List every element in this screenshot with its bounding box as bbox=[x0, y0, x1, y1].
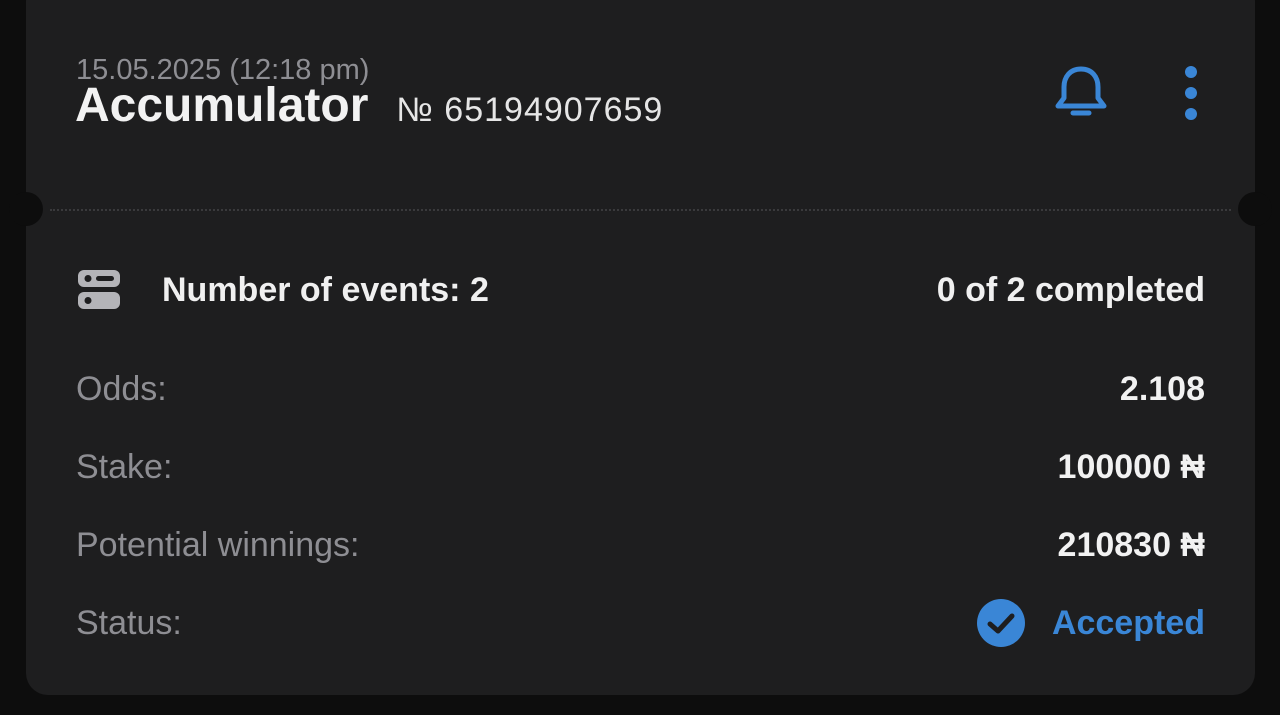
ticket-notch-left bbox=[9, 192, 43, 226]
bet-card: 15.05.2025 (12:18 pm) Accumulator № 6519… bbox=[9, 0, 1272, 695]
events-count: Number of events: 2 bbox=[162, 270, 489, 309]
bet-header: Accumulator № 65194907659 bbox=[75, 78, 663, 133]
status-value: Accepted bbox=[1051, 603, 1205, 642]
bet-type-title: Accumulator bbox=[75, 79, 369, 132]
winnings-row: Potential winnings: 210830 ₦ bbox=[76, 521, 1205, 569]
bell-icon[interactable] bbox=[1050, 62, 1112, 124]
events-summary[interactable]: Number of events: 2 0 of 2 completed bbox=[76, 264, 1205, 316]
status-label: Status: bbox=[76, 603, 182, 642]
list-icon bbox=[76, 268, 122, 312]
stake-row: Stake: 100000 ₦ bbox=[76, 443, 1205, 491]
more-vertical-icon[interactable] bbox=[1176, 64, 1206, 122]
bet-number: № 65194907659 bbox=[396, 91, 664, 129]
odds-value: 2.108 bbox=[1119, 369, 1205, 408]
stake-label: Stake: bbox=[76, 447, 173, 486]
status-badge: Accepted bbox=[976, 598, 1205, 648]
status-row: Status: Accepted bbox=[76, 599, 1205, 647]
ticket-notch-right bbox=[1238, 192, 1272, 226]
events-completed: 0 of 2 completed bbox=[936, 270, 1205, 309]
ticket-divider bbox=[50, 209, 1231, 211]
winnings-value: 210830 ₦ bbox=[1057, 525, 1205, 564]
odds-row: Odds: 2.108 bbox=[76, 365, 1205, 413]
stake-value: 100000 ₦ bbox=[1057, 447, 1205, 486]
check-circle-icon bbox=[976, 599, 1025, 647]
odds-label: Odds: bbox=[76, 369, 167, 408]
winnings-label: Potential winnings: bbox=[76, 525, 360, 564]
